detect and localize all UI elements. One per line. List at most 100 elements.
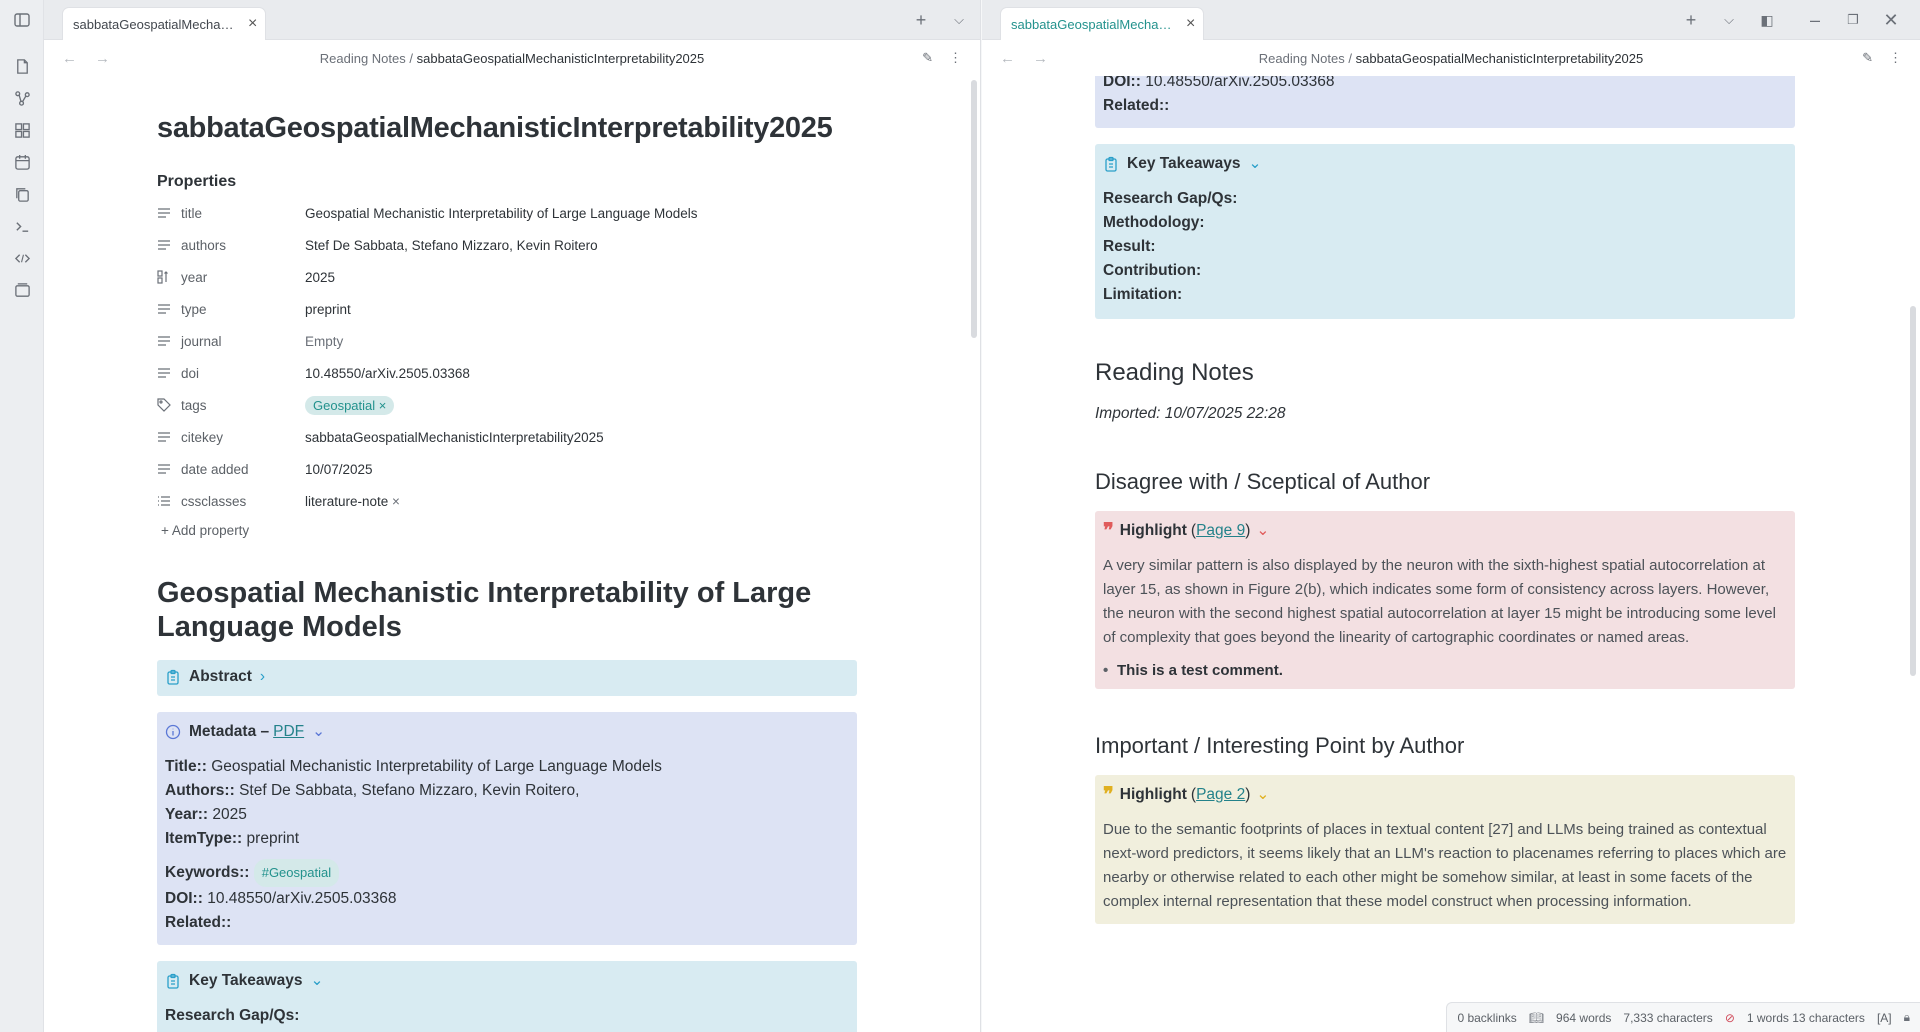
tag-icon xyxy=(157,398,181,412)
new-tab-icon[interactable]: + xyxy=(912,11,930,29)
breadcrumb-separator: / xyxy=(409,50,413,66)
chevron-down-icon[interactable]: ⌄ xyxy=(310,971,323,990)
page-link[interactable]: Page 9 xyxy=(1196,522,1245,539)
breadcrumb-file[interactable]: sabbataGeospatialMechanisticInterpretabi… xyxy=(1356,51,1644,66)
property-value[interactable]: 10/07/2025 xyxy=(305,462,373,477)
property-row-title[interactable]: title Geospatial Mechanistic Interpretabi… xyxy=(157,197,857,229)
property-value[interactable]: Stef De Sabbata, Stefano Mizzaro, Kevin … xyxy=(305,238,598,253)
chevron-down-icon[interactable]: ⌄ xyxy=(1248,154,1261,173)
sidebar-toggle-button[interactable] xyxy=(0,0,43,40)
property-row-cssclasses[interactable]: cssclasses literature-note × xyxy=(157,485,857,517)
edit-pencil-icon[interactable]: ✎ xyxy=(1862,50,1873,66)
pdf-link[interactable]: PDF xyxy=(273,723,304,741)
property-value[interactable]: literature-note × xyxy=(305,494,400,509)
right-tab-actions: + ⌵ ◧ – ❐ ✕ xyxy=(1682,0,1900,40)
property-key[interactable]: citekey xyxy=(181,430,305,445)
property-value[interactable]: Geospatial Mechanistic Interpretability … xyxy=(305,206,697,221)
more-options-icon[interactable]: ⋮ xyxy=(949,50,962,66)
breadcrumb-folder[interactable]: Reading Notes xyxy=(1259,51,1345,66)
right-scrollbar[interactable] xyxy=(1910,306,1916,676)
abstract-callout[interactable]: Abstract › xyxy=(157,660,857,696)
templates-button[interactable] xyxy=(0,178,44,210)
property-row-date-added[interactable]: date added 10/07/2025 xyxy=(157,453,857,485)
properties-heading[interactable]: Properties xyxy=(157,173,857,191)
breadcrumb-file[interactable]: sabbataGeospatialMechanisticInterpretabi… xyxy=(417,51,705,66)
property-row-type[interactable]: type preprint xyxy=(157,293,857,325)
canvas-button[interactable] xyxy=(0,114,44,146)
chevron-down-icon[interactable]: ⌄ xyxy=(1256,521,1269,540)
book-icon[interactable]: 📖︎ xyxy=(1529,1011,1544,1025)
property-row-doi[interactable]: doi 10.48550/arXiv.2505.03368 xyxy=(157,357,857,389)
property-key[interactable]: title xyxy=(181,206,305,221)
code-button[interactable] xyxy=(0,242,44,274)
property-value[interactable]: Empty xyxy=(305,334,343,349)
chevron-down-icon[interactable]: ⌄ xyxy=(312,722,325,741)
right-tab[interactable]: sabbataGeospatialMechan... × xyxy=(1000,7,1205,40)
status-bar: 0 backlinks 📖︎ 964 words 7,333 character… xyxy=(1446,1002,1920,1032)
property-value[interactable]: Geospatial × xyxy=(305,395,395,415)
add-property-button[interactable]: + Add property xyxy=(157,523,857,538)
new-tab-icon[interactable]: + xyxy=(1682,11,1700,29)
property-key[interactable]: year xyxy=(181,270,305,285)
backlinks-count[interactable]: 0 backlinks xyxy=(1457,1011,1516,1025)
property-value[interactable]: preprint xyxy=(305,302,351,317)
more-options-icon[interactable]: ⋮ xyxy=(1889,50,1902,66)
property-value[interactable]: 2025 xyxy=(305,270,335,285)
edit-pencil-icon[interactable]: ✎ xyxy=(922,50,933,66)
meta-authors-value: Stef De Sabbata, Stefano Mizzaro, Kevin … xyxy=(239,782,580,799)
property-key[interactable]: doi xyxy=(181,366,305,381)
breadcrumb-folder[interactable]: Reading Notes xyxy=(320,51,406,66)
text-icon xyxy=(157,238,181,252)
keyword-tag[interactable]: #Geospatial xyxy=(253,859,340,887)
minimize-window-icon[interactable]: – xyxy=(1806,11,1824,29)
chevron-down-icon[interactable]: ⌵ xyxy=(1720,11,1738,29)
chevron-down-icon[interactable]: ⌵ xyxy=(950,11,968,29)
left-scroll-area[interactable]: sabbataGeospatialMechanisticInterpretabi… xyxy=(44,76,980,1032)
close-icon[interactable]: × xyxy=(248,15,257,33)
property-value[interactable]: 10.48550/arXiv.2505.03368 xyxy=(305,366,470,381)
chevron-right-icon[interactable]: › xyxy=(260,668,265,686)
left-tab[interactable]: sabbataGeospatialMechan... × xyxy=(62,7,267,40)
page-link[interactable]: Page 2 xyxy=(1196,786,1245,803)
property-key[interactable]: authors xyxy=(181,238,305,253)
remove-tag-icon[interactable]: × xyxy=(375,398,387,413)
language-indicator[interactable]: [A] xyxy=(1877,1011,1892,1025)
chevron-down-icon[interactable]: ⌄ xyxy=(1256,785,1269,804)
daily-note-button[interactable] xyxy=(0,146,44,178)
left-scrollbar[interactable] xyxy=(971,80,977,338)
graph-view-button[interactable] xyxy=(0,82,44,114)
new-note-button[interactable] xyxy=(0,50,44,82)
property-key[interactable]: journal xyxy=(181,334,305,349)
slides-icon xyxy=(14,282,30,297)
property-row-journal[interactable]: journal Empty xyxy=(157,325,857,357)
property-row-authors[interactable]: authors Stef De Sabbata, Stefano Mizzaro,… xyxy=(157,229,857,261)
close-window-icon[interactable]: ✕ xyxy=(1882,11,1900,29)
property-value[interactable]: sabbataGeospatialMechanisticInterpretabi… xyxy=(305,430,604,445)
highlight-text: Due to the semantic footprints of places… xyxy=(1103,821,1787,910)
meta-doi-key: DOI:: xyxy=(165,890,203,907)
property-key[interactable]: tags xyxy=(181,398,305,413)
property-key[interactable]: cssclasses xyxy=(181,494,305,509)
remove-cssclass-icon[interactable]: × xyxy=(388,494,400,509)
highlight-text: A very similar pattern is also displayed… xyxy=(1103,557,1776,646)
close-icon[interactable]: × xyxy=(1186,15,1195,33)
meta-doi-value: 10.48550/arXiv.2505.03368 xyxy=(1145,76,1335,90)
slides-button[interactable] xyxy=(0,274,44,306)
property-row-year[interactable]: year 2025 xyxy=(157,261,857,293)
sync-off-icon[interactable]: ⊘ xyxy=(1725,1011,1735,1025)
restore-window-icon[interactable]: ❐ xyxy=(1844,11,1862,29)
left-view-header: ← → Reading Notes / sabbataGeospatialMec… xyxy=(44,40,980,76)
property-key[interactable]: date added xyxy=(181,462,305,477)
right-scroll-area[interactable]: DOI:: 10.48550/arXiv.2505.03368 Related:… xyxy=(982,76,1920,1032)
tag-pill[interactable]: Geospatial × xyxy=(305,395,395,415)
note-title[interactable]: sabbataGeospatialMechanisticInterpretabi… xyxy=(157,112,857,145)
text-icon xyxy=(157,334,181,348)
property-key[interactable]: type xyxy=(181,302,305,317)
key-takeaways-title: Key Takeaways xyxy=(189,971,303,989)
property-row-tags[interactable]: tags Geospatial × xyxy=(157,389,857,421)
split-view-icon[interactable]: ◧ xyxy=(1758,11,1776,29)
lock-icon[interactable]: 🔒︎ xyxy=(1904,1010,1910,1025)
property-row-citekey[interactable]: citekey sabbataGeospatialMechanisticInter… xyxy=(157,421,857,453)
text-icon xyxy=(157,206,181,220)
terminal-button[interactable] xyxy=(0,210,44,242)
